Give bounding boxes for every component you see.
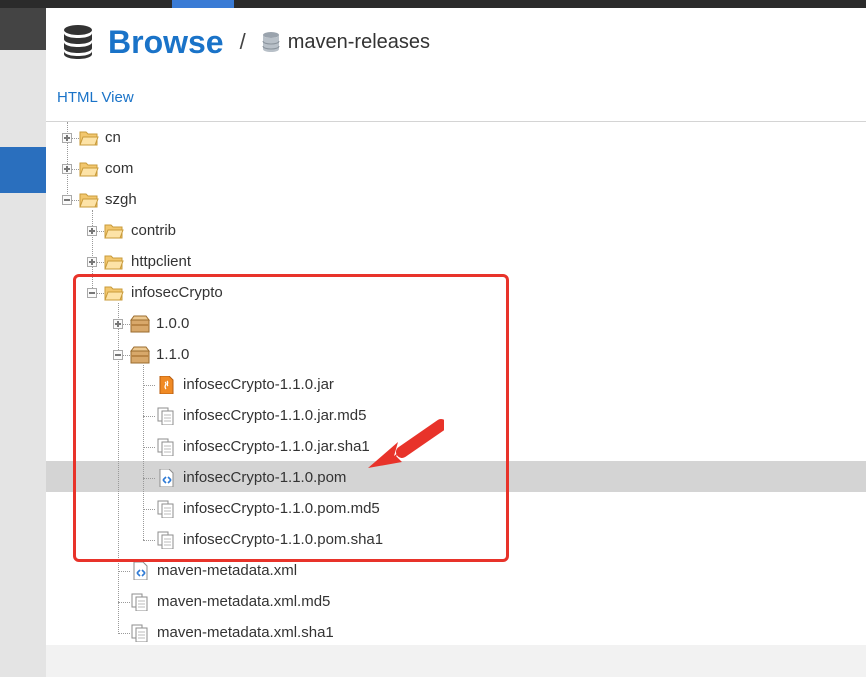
documents-icon [131, 593, 148, 611]
repository-icon [262, 32, 280, 52]
page-title[interactable]: Browse [108, 24, 224, 61]
collapse-toggle-szgh[interactable] [62, 195, 72, 205]
folder-open-icon [104, 255, 124, 270]
folder-open-icon [79, 162, 99, 177]
tree-node-contrib[interactable]: contrib [131, 222, 176, 240]
expand-toggle-com[interactable] [62, 164, 72, 174]
documents-icon [131, 624, 148, 642]
top-bar [0, 0, 866, 8]
annotation-arrow-icon [368, 419, 444, 468]
breadcrumb-separator: / [239, 29, 246, 54]
expand-toggle-cn[interactable] [62, 133, 72, 143]
folder-open-icon [79, 193, 99, 208]
breadcrumb-repository[interactable]: maven-releases [288, 31, 430, 54]
expand-toggle-httpclient[interactable] [87, 257, 97, 267]
panel-footer [46, 645, 866, 677]
folder-open-icon [104, 224, 124, 239]
left-nav-active-item[interactable] [0, 147, 46, 193]
breadcrumb: Browse / maven-releases [62, 20, 430, 64]
tree-file-maven-metadata-sha1[interactable]: maven-metadata.xml.sha1 [157, 624, 334, 642]
tree-node-com[interactable]: com [105, 160, 133, 178]
header-divider [46, 121, 866, 122]
left-nav [0, 8, 46, 677]
tree-file-maven-metadata[interactable]: maven-metadata.xml [157, 562, 297, 580]
database-icon [64, 25, 92, 59]
tree-file-maven-metadata-md5[interactable]: maven-metadata.xml.md5 [157, 593, 330, 611]
html-view-link[interactable]: HTML View [57, 89, 134, 106]
xml-file-icon [133, 562, 148, 580]
top-bar-active-tab[interactable] [172, 0, 234, 8]
tree-node-httpclient[interactable]: httpclient [131, 253, 191, 271]
folder-open-icon [79, 131, 99, 146]
expand-toggle-contrib[interactable] [87, 226, 97, 236]
tree-node-szgh[interactable]: szgh [105, 191, 137, 209]
tree-node-cn[interactable]: cn [105, 129, 121, 147]
left-nav-header [0, 8, 46, 50]
